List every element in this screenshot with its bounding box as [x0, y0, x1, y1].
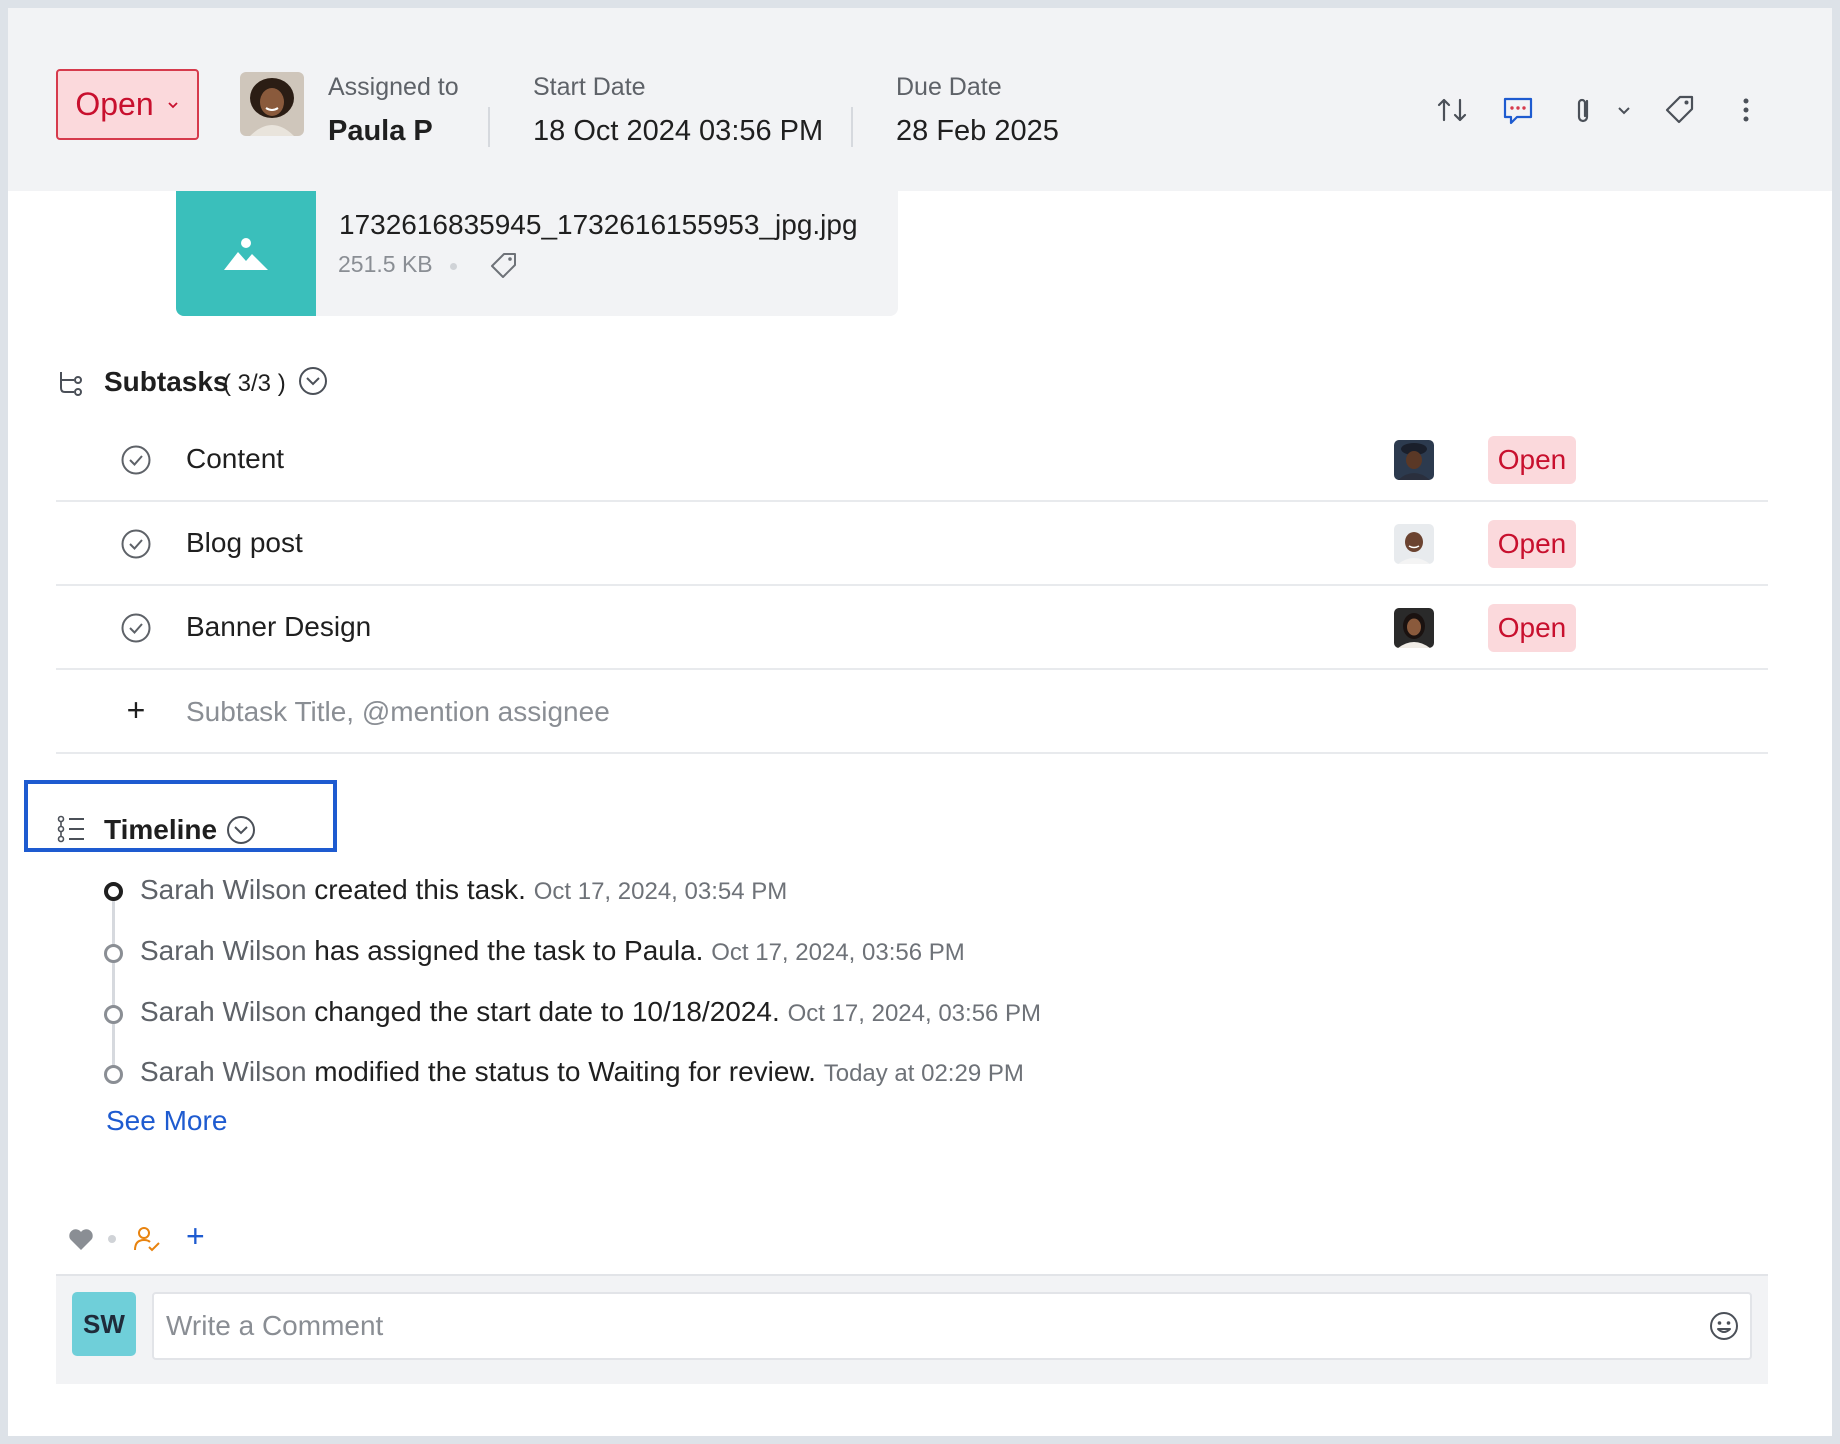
comment-input[interactable] [152, 1292, 1752, 1360]
see-more-link[interactable]: See More [106, 1105, 227, 1137]
add-reaction-plus-icon[interactable]: + [186, 1218, 205, 1255]
subtask-title[interactable]: Blog post [186, 527, 303, 559]
collapse-toggle-icon[interactable] [298, 366, 328, 396]
due-date-label: Due Date [896, 73, 1002, 101]
comment-icon[interactable] [1500, 92, 1536, 128]
start-date-label: Start Date [533, 73, 646, 101]
image-icon [224, 237, 268, 270]
divider [851, 107, 853, 147]
user-check-icon[interactable] [132, 1224, 162, 1254]
timeline-time: Oct 17, 2024, 03:56 PM [711, 939, 965, 966]
timeline-title: Timeline [104, 814, 218, 845]
check-circle-icon[interactable] [120, 612, 152, 644]
timeline-action: created this task. [314, 874, 526, 905]
status-dropdown-button[interactable]: Open [56, 69, 199, 140]
timeline-action: changed the start date to 10/18/2024. [314, 996, 780, 1027]
attachment-file-name[interactable]: 1732616835945_1732616155953_jpg.jpg [339, 209, 858, 241]
status-badge[interactable]: Open [1488, 436, 1576, 484]
timeline-connector [112, 888, 115, 1074]
subtask-row[interactable]: Banner Design Open [56, 586, 1768, 670]
subtask-row[interactable]: Blog post Open [56, 502, 1768, 586]
chevron-down-icon [168, 101, 178, 108]
add-subtask-input[interactable] [186, 690, 1086, 734]
start-date-value[interactable]: 18 Oct 2024 03:56 PM [533, 115, 823, 148]
plus-icon[interactable]: + [120, 692, 152, 729]
due-date-value[interactable]: 28 Feb 2025 [896, 115, 1059, 148]
subtasks-title: Subtasks [104, 366, 229, 397]
paperclip-icon[interactable] [1566, 92, 1602, 128]
attachment-card[interactable]: 1732616835945_1732616155953_jpg.jpg 251.… [176, 191, 898, 316]
timeline-entry: Sarah Wilson has assigned the task to Pa… [140, 935, 965, 967]
collapse-toggle-icon[interactable] [226, 815, 256, 845]
add-subtask-row: + [56, 670, 1768, 754]
timeline-actor[interactable]: Sarah Wilson [140, 1056, 307, 1087]
timeline-time: Oct 17, 2024, 03:54 PM [533, 878, 788, 905]
reorder-icon[interactable] [1434, 92, 1470, 128]
timeline-dot [104, 882, 123, 901]
timeline-action: has assigned the task to Paula. [314, 935, 704, 966]
timeline-list-icon [57, 815, 84, 843]
timeline-action: modified the status to Waiting for revie… [314, 1056, 816, 1087]
subtask-assignee-avatar[interactable] [1394, 608, 1434, 648]
assignee-name[interactable]: Paula P [328, 115, 433, 148]
timeline-actor[interactable]: Sarah Wilson [140, 874, 307, 905]
assignee-avatar[interactable] [240, 72, 304, 136]
timeline-time: Oct 17, 2024, 03:56 PM [787, 1000, 1042, 1027]
timeline-dot [104, 944, 123, 963]
attachment-thumbnail[interactable] [176, 191, 316, 316]
timeline-entry: Sarah Wilson modified the status to Wait… [140, 1056, 1024, 1088]
subtask-title[interactable]: Content [186, 443, 284, 475]
separator-dot [450, 263, 457, 270]
status-badge[interactable]: Open [1488, 604, 1576, 652]
task-detail-panel: Open Assigned to Paula P Start Date 18 O… [8, 8, 1832, 1436]
subtask-assignee-avatar[interactable] [1394, 524, 1434, 564]
more-vertical-icon[interactable] [1728, 92, 1764, 128]
subtasks-count: ( 3/3 ) [223, 370, 286, 397]
check-circle-icon[interactable] [120, 528, 152, 560]
subtask-tree-icon [60, 372, 82, 396]
timeline-dot [104, 1065, 123, 1084]
check-circle-icon[interactable] [120, 444, 152, 476]
heart-icon[interactable] [66, 1224, 96, 1254]
subtask-row[interactable]: Content Open [56, 418, 1768, 502]
divider [488, 107, 490, 147]
timeline-dot [104, 1005, 123, 1024]
timeline-entry: Sarah Wilson changed the start date to 1… [140, 996, 1041, 1028]
subtask-assignee-avatar[interactable] [1394, 440, 1434, 480]
timeline-entry: Sarah Wilson created this task. Oct 17, … [140, 874, 787, 906]
task-header: Open Assigned to Paula P Start Date 18 O… [8, 8, 1832, 191]
subtask-title[interactable]: Banner Design [186, 611, 371, 643]
attachment-file-size: 251.5 KB [338, 251, 433, 277]
emoji-icon[interactable] [1708, 1310, 1740, 1342]
tag-icon[interactable] [490, 251, 518, 279]
status-label: Open [75, 86, 154, 122]
separator-dot [108, 1235, 116, 1243]
comment-bar: SW [56, 1274, 1768, 1384]
timeline-actor[interactable]: Sarah Wilson [140, 996, 307, 1027]
avatar: SW [72, 1292, 136, 1356]
timeline-time: Today at 02:29 PM [823, 1060, 1024, 1087]
chevron-down-icon[interactable] [1614, 92, 1634, 128]
timeline-actor[interactable]: Sarah Wilson [140, 935, 307, 966]
assigned-to-label: Assigned to [328, 73, 459, 101]
tag-icon[interactable] [1662, 92, 1698, 128]
status-badge[interactable]: Open [1488, 520, 1576, 568]
